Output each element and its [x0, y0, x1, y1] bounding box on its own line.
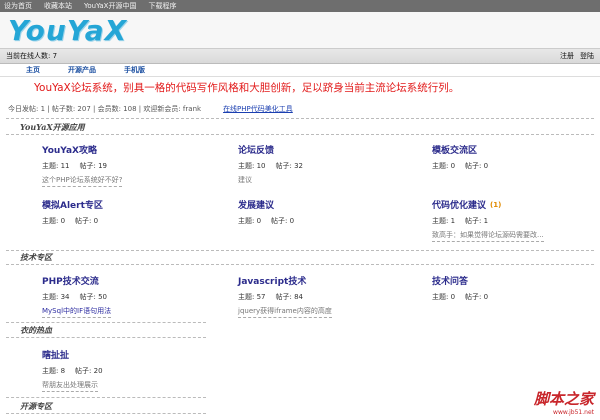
forum-name[interactable]: 模拟Alert专区 — [42, 198, 202, 211]
nav-home[interactable]: 主页 — [26, 65, 40, 75]
slogan-text: YouYaX论坛系统，别具一格的代码写作风格和大胆创新，足以跻身当前主流论坛系统… — [34, 82, 460, 94]
watermark-logo: 脚本之家 — [533, 390, 594, 408]
forum-code-optimization[interactable]: 代码优化建议 (1) 主题: 1 帖子: 1 致高手：如果觉得论坛源码需要改... — [432, 198, 592, 242]
top-utility-bar: 设为首页 收藏本站 YouYaX开源中国 下载程序 — [0, 0, 600, 12]
topic-count: 主题: 8 — [42, 367, 66, 375]
topbar-link-bookmark[interactable]: 收藏本站 — [44, 1, 72, 11]
last-post-link[interactable]: jquery获得iframe内容的高度 — [238, 306, 332, 318]
section-title-tech: 技术专区 — [20, 252, 52, 262]
topic-count: 主题: 1 — [432, 217, 456, 225]
section-title-passion: 衣的热血 — [20, 325, 52, 335]
last-post-link[interactable]: 建议 — [238, 175, 252, 186]
section-divider — [6, 118, 594, 119]
forum-name[interactable]: 瞎扯扯 — [42, 348, 202, 361]
post-count: 帖子: 50 — [79, 293, 108, 301]
post-count: 帖子: 0 — [465, 162, 489, 170]
post-count: 帖子: 0 — [75, 217, 99, 225]
post-count: 帖子: 19 — [79, 162, 108, 170]
forum-development-suggestions[interactable]: 发展建议 主题: 0 帖子: 0 — [238, 198, 398, 226]
site-logo[interactable]: YouYaX — [8, 14, 127, 47]
post-count: 帖子: 84 — [275, 293, 304, 301]
last-post-link[interactable]: MySql中的IF语句用法 — [42, 306, 112, 318]
login-link[interactable]: 登陆 — [580, 51, 594, 61]
section-divider — [6, 134, 594, 135]
topic-count: 主题: 0 — [42, 217, 66, 225]
forum-name[interactable]: 代码优化建议 — [432, 198, 486, 211]
stats-text: 今日发帖: 1 | 帖子数: 207 | 会员数: 108 | 欢迎新会员: f… — [8, 105, 202, 113]
post-count: 帖子: 0 — [271, 217, 295, 225]
topbar-link-oschina[interactable]: YouYaX开源中国 — [84, 1, 136, 11]
watermark-url: www.jb51.net — [553, 409, 594, 416]
forum-feedback[interactable]: 论坛反馈 主题: 10 帖子: 32 建议 — [238, 143, 398, 186]
forum-stats: 今日发帖: 1 | 帖子数: 207 | 会员数: 108 | 欢迎新会员: f… — [8, 104, 293, 114]
forum-chitchat[interactable]: 瞎扯扯 主题: 8 帖子: 20 帮朋友出处理展示 — [42, 348, 202, 392]
online-bar: 当前在线人数: 7 注册 登陆 — [0, 48, 600, 64]
topic-count: 主题: 57 — [238, 293, 266, 301]
forum-name[interactable]: 技术问答 — [432, 274, 592, 287]
new-post-badge: (1) — [490, 200, 502, 209]
section-divider — [6, 264, 594, 265]
post-count: 帖子: 32 — [275, 162, 304, 170]
post-count: 帖子: 20 — [75, 367, 103, 375]
forum-javascript-tech[interactable]: Javascript技术 主题: 57 帖子: 84 jquery获得iframe… — [238, 274, 398, 318]
section-divider — [6, 397, 206, 398]
topbar-link-download[interactable]: 下载程序 — [148, 1, 176, 11]
last-post-link[interactable]: 致高手：如果觉得论坛源码需要改... — [432, 230, 544, 242]
post-count: 帖子: 1 — [465, 217, 489, 225]
forum-name[interactable]: 模板交流区 — [432, 143, 592, 156]
forum-name[interactable]: YouYaX攻略 — [42, 143, 202, 156]
register-link[interactable]: 注册 — [560, 51, 574, 61]
forum-name[interactable]: 发展建议 — [238, 198, 398, 211]
section-divider — [6, 337, 206, 338]
auth-links: 注册 登陆 — [560, 51, 594, 61]
topic-count: 主题: 10 — [238, 162, 266, 170]
forum-template-exchange[interactable]: 模板交流区 主题: 0 帖子: 0 — [432, 143, 592, 171]
section-title-youyax: YouYaX开源应用 — [20, 122, 85, 132]
last-post-link[interactable]: 帮朋友出处理展示 — [42, 380, 98, 392]
nav-opensource[interactable]: 开源产品 — [68, 65, 96, 75]
post-count: 帖子: 0 — [465, 293, 489, 301]
online-count: 当前在线人数: 7 — [6, 52, 58, 60]
topbar-link-home[interactable]: 设为首页 — [4, 1, 32, 11]
section-divider — [6, 413, 206, 414]
section-divider — [6, 322, 206, 323]
topic-count: 主题: 11 — [42, 162, 70, 170]
topic-count: 主题: 0 — [432, 293, 456, 301]
topic-count: 主题: 0 — [238, 217, 262, 225]
php-beautifier-link[interactable]: 在线PHP代码美化工具 — [223, 104, 293, 114]
forum-youyax-guide[interactable]: YouYaX攻略 主题: 11 帖子: 19 这个PHP论坛系统好不好? — [42, 143, 202, 187]
forum-alert-simulation[interactable]: 模拟Alert专区 主题: 0 帖子: 0 — [42, 198, 202, 226]
watermark: 脚本之家 www.jb51.net — [534, 388, 594, 416]
main-nav: 主页 开源产品 手机版 — [0, 64, 600, 77]
forum-name[interactable]: PHP技术交流 — [42, 274, 202, 287]
forum-name[interactable]: Javascript技术 — [238, 274, 398, 287]
site-header: YouYaX — [0, 12, 600, 48]
topic-count: 主题: 0 — [432, 162, 456, 170]
section-title-opensource: 开源专区 — [20, 401, 52, 411]
forum-php-tech[interactable]: PHP技术交流 主题: 34 帖子: 50 MySql中的IF语句用法 — [42, 274, 202, 318]
forum-name[interactable]: 论坛反馈 — [238, 143, 398, 156]
section-divider — [6, 250, 594, 251]
nav-mobile[interactable]: 手机版 — [124, 65, 145, 75]
last-post-link[interactable]: 这个PHP论坛系统好不好? — [42, 175, 123, 187]
forum-tech-qa[interactable]: 技术问答 主题: 0 帖子: 0 — [432, 274, 592, 302]
topic-count: 主题: 34 — [42, 293, 70, 301]
